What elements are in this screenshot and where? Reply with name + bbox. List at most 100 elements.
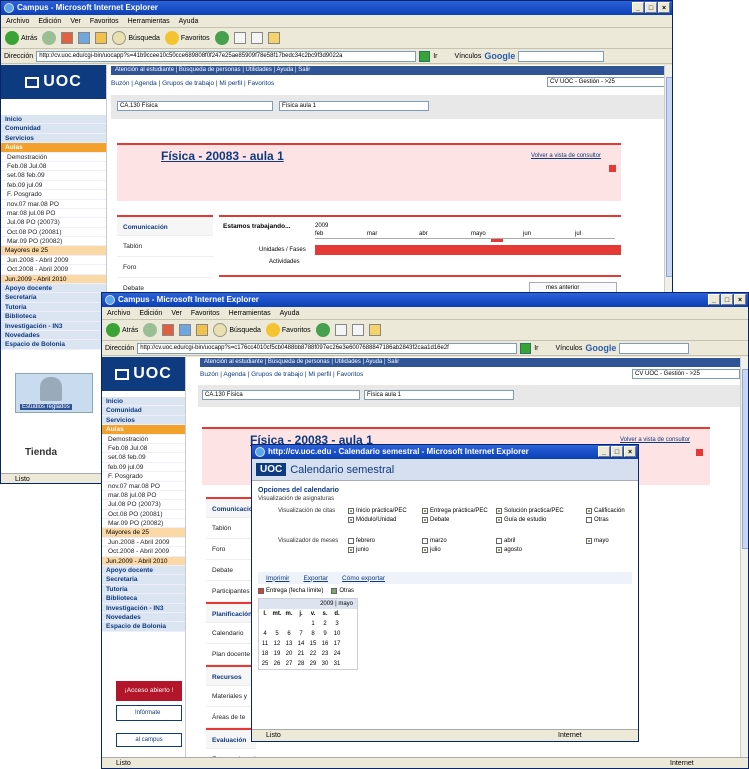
uoc-logo[interactable]: UOC <box>102 357 185 391</box>
menu-ayuda[interactable]: Ayuda <box>179 15 199 27</box>
sidebar-item[interactable]: Biblioteca <box>1 312 106 322</box>
sidebar-item[interactable]: Aulas <box>1 143 106 153</box>
sidebar-item[interactable]: Secretaría <box>1 293 106 303</box>
sidebar-item[interactable]: Apoyo docente <box>1 284 106 294</box>
calendar-day[interactable]: 5 <box>271 629 283 639</box>
front-address-input[interactable]: http://cv.uoc.edu/cgi-bin/uocapp?s=c176c… <box>137 342 518 354</box>
calendar-day[interactable]: 28 <box>295 659 307 669</box>
sidebar-item[interactable]: Apoyo docente <box>102 566 185 576</box>
front-main-links[interactable]: Buzón | Agenda | Grupos de trabajo | Mi … <box>200 370 363 380</box>
back-cv-select[interactable]: CV UOC - Gestión - >25 <box>547 77 665 87</box>
calendar-day[interactable]: 15 <box>307 639 319 649</box>
calendar-day[interactable]: 12 <box>271 639 283 649</box>
calendar-day[interactable]: 11 <box>259 639 271 649</box>
checkbox-icon[interactable] <box>496 517 502 523</box>
sidebar-item[interactable]: Espacio de Bolonia <box>1 340 106 350</box>
calendar-day[interactable]: 23 <box>319 649 331 659</box>
checkbox-icon[interactable] <box>422 517 428 523</box>
close-icon[interactable]: × <box>624 446 636 457</box>
como-exportar-link[interactable]: Cómo exportar <box>342 575 385 582</box>
calendar-day[interactable]: 3 <box>331 619 343 629</box>
menu-archivo[interactable]: Archivo <box>6 15 29 27</box>
stop-icon[interactable] <box>162 324 175 336</box>
folder-icon[interactable] <box>267 32 280 44</box>
go-label[interactable]: Ir <box>433 53 437 60</box>
google-toolbar-logo[interactable]: Google <box>484 51 515 61</box>
sidebar-item[interactable]: Jun.2009 - Abril 2010 <box>1 274 106 285</box>
menu-favoritos[interactable]: Favoritos <box>191 307 220 319</box>
links-label[interactable]: Vínculos <box>555 345 582 352</box>
menu-ayuda[interactable]: Ayuda <box>280 307 300 319</box>
calendar-day[interactable]: 30 <box>319 659 331 669</box>
acceso-abierto-banner[interactable]: ¡Acceso abierto ! <box>116 681 182 701</box>
sidebar-item[interactable]: Oct.2008 - Abril 2009 <box>102 547 185 557</box>
citas-checkbox[interactable]: Inicio práctica/PEC <box>348 508 422 514</box>
refresh-icon[interactable] <box>179 324 192 336</box>
calendar-day[interactable]: 8 <box>307 629 319 639</box>
checkbox-icon[interactable] <box>586 508 592 514</box>
sidebar-item[interactable]: Servicios <box>1 133 106 144</box>
calendar-day[interactable]: 14 <box>295 639 307 649</box>
checkbox-icon[interactable] <box>422 508 428 514</box>
informate-button[interactable]: Infórmate <box>116 705 182 721</box>
left-tab-item[interactable]: Comunicación <box>206 497 256 518</box>
checkbox-icon[interactable] <box>586 517 592 523</box>
sidebar-item[interactable]: Feb.08 Jul.08 <box>1 161 106 172</box>
left-tab-item[interactable]: Áreas de te <box>206 707 256 728</box>
back-address-input[interactable]: http://cv.uoc.edu/cgi-bin/uocapp?s=41b9c… <box>36 50 417 62</box>
favorites-button[interactable]: Favoritos <box>265 323 311 337</box>
back-button[interactable]: Atrás <box>106 323 138 337</box>
front-scroll-thumb[interactable] <box>742 369 748 549</box>
menu-herramientas[interactable]: Herramientas <box>229 307 271 319</box>
calendar-day[interactable]: 21 <box>295 649 307 659</box>
sidebar-item[interactable]: Aulas <box>102 425 185 435</box>
calendar-day[interactable]: 16 <box>319 639 331 649</box>
history-icon[interactable] <box>315 323 330 337</box>
checkbox-icon[interactable] <box>422 547 428 553</box>
mail-icon[interactable] <box>334 324 347 336</box>
sidebar-item[interactable]: Demostración <box>1 152 106 162</box>
calendar-day[interactable]: 17 <box>331 639 343 649</box>
sidebar-item[interactable]: Novedades <box>102 612 185 623</box>
meses-checkbox[interactable]: junio <box>348 547 422 553</box>
checkbox-icon[interactable] <box>348 517 354 523</box>
sidebar-item[interactable]: Jun.2008 - Abril 2009 <box>102 537 185 548</box>
calendar-day[interactable]: 2 <box>319 619 331 629</box>
calendar-day[interactable]: 24 <box>331 649 343 659</box>
front-vertical-scrollbar[interactable] <box>740 357 748 757</box>
sidebar-item[interactable]: F. Posgrado <box>102 472 185 482</box>
front-aula-select[interactable]: Física aula 1 <box>364 390 514 400</box>
search-button[interactable]: Búsqueda <box>213 323 261 337</box>
sidebar-item[interactable]: mar.08 jul.08 PO <box>102 490 185 501</box>
links-label[interactable]: Vínculos <box>454 53 481 60</box>
history-icon[interactable] <box>214 31 229 45</box>
sidebar-item[interactable]: Tutoría <box>102 584 185 595</box>
google-search-input[interactable] <box>518 50 605 62</box>
sidebar-item[interactable]: Espacio de Bolonia <box>102 622 185 632</box>
sidebar-item[interactable]: Mayores de 25 <box>102 528 185 538</box>
citas-checkbox[interactable]: Calificación <box>586 508 638 514</box>
front-top-links[interactable]: Atención al estudiante | Búsqueda de per… <box>200 358 740 367</box>
sidebar-item[interactable]: Feb.08 Jul.08 <box>102 443 185 454</box>
back-volver-link[interactable]: Volver a vista de consultor <box>531 153 601 159</box>
sidebar-item[interactable]: feb.09 jul.09 <box>1 180 106 191</box>
go-icon[interactable] <box>419 50 431 62</box>
minimize-icon[interactable]: _ <box>708 294 720 305</box>
back-top-links[interactable]: Atención al estudiante | Búsqueda de per… <box>111 66 671 75</box>
sidebar-item[interactable]: Tutoría <box>1 302 106 313</box>
sidebar-item[interactable]: Jul.08 PO (20073) <box>1 218 106 228</box>
maximize-icon[interactable]: □ <box>645 2 657 13</box>
sidebar-item[interactable]: set.08 feb.09 <box>102 453 185 463</box>
checkbox-icon[interactable] <box>422 538 428 544</box>
go-label[interactable]: Ir <box>534 345 538 352</box>
sidebar-item[interactable]: Secretaría <box>102 575 185 585</box>
sidebar-item[interactable]: feb.09 jul.09 <box>102 462 185 473</box>
sidebar-item[interactable]: Novedades <box>1 330 106 341</box>
sidebar-item[interactable]: Comunidad <box>1 124 106 134</box>
imprimir-link[interactable]: Imprimir <box>266 575 289 582</box>
meses-checkbox[interactable]: julio <box>422 547 496 553</box>
left-tab-item[interactable]: Comunicación <box>117 215 213 236</box>
uoc-logo[interactable]: UOC <box>1 65 106 99</box>
sidebar-item[interactable]: Investigación - IN3 <box>102 603 185 613</box>
back-aula-select[interactable]: Física aula 1 <box>279 101 429 111</box>
